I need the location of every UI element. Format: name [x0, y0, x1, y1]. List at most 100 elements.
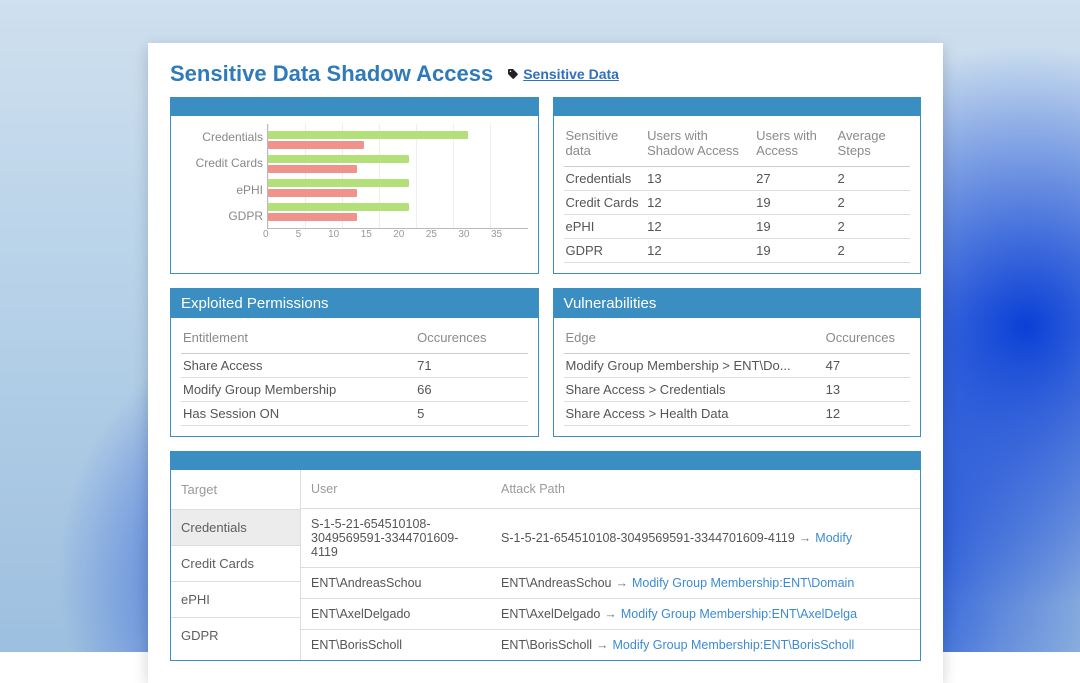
row-1: CredentialsCredit CardsePHIGDPR 05101520… [170, 97, 921, 274]
chart-tick: 5 [296, 229, 329, 240]
chart-bar [268, 131, 468, 139]
panel-header-strip [554, 98, 921, 116]
bar-chart: CredentialsCredit CardsePHIGDPR [181, 124, 528, 229]
panel-title: Exploited Permissions [171, 289, 538, 318]
attack-path-link[interactable]: Modify [815, 531, 852, 545]
table-row: S-1-5-21-654510108-3049569591-3344701609… [301, 509, 920, 568]
attack-path-link[interactable]: Modify Group Membership:ENT\Domain [632, 576, 854, 590]
tag-chip: Sensitive Data [507, 66, 619, 82]
sensitive-data-table: Sensitive dataUsers with Shadow AccessUs… [564, 124, 911, 263]
table-cell: Share Access [181, 354, 415, 378]
chart-tick: 0 [263, 229, 296, 240]
table-cell: 2 [836, 215, 910, 239]
table-cell: Share Access > Credentials [564, 378, 824, 402]
chart-tick: 15 [361, 229, 394, 240]
target-item[interactable]: ePHI [171, 581, 300, 617]
table-row: Share Access71 [181, 354, 528, 378]
table-row: Share Access > Credentials13 [564, 378, 911, 402]
column-header: User [301, 470, 491, 509]
table-cell: 19 [754, 215, 835, 239]
chart-row [268, 200, 528, 224]
chart-category-label: ePHI [181, 178, 263, 202]
table-cell: 13 [824, 378, 910, 402]
attack-path-link[interactable]: Modify Group Membership:ENT\BorisScholl [613, 638, 855, 652]
row-2: Exploited Permissions Entitlement Occuren… [170, 288, 921, 437]
user-cell: ENT\AndreasSchou [311, 576, 421, 590]
panel-header-strip [171, 452, 920, 470]
table-row: ePHI12192 [564, 215, 911, 239]
table-cell: 12 [824, 402, 910, 426]
table-cell: 13 [645, 167, 754, 191]
sensitive-table-panel: Sensitive dataUsers with Shadow AccessUs… [553, 97, 922, 274]
table-cell: ePHI [564, 215, 646, 239]
arrow-icon: → [592, 638, 613, 652]
attack-path-prefix: ENT\AxelDelgado [501, 607, 600, 621]
arrow-icon: → [611, 576, 632, 590]
attack-paths-table: UserAttack PathS-1-5-21-654510108-304956… [301, 470, 920, 660]
arrow-icon: → [600, 607, 621, 621]
user-cell: S-1-5-21-654510108-3049569591-3344701609… [311, 517, 458, 559]
column-header: Entitlement [181, 326, 415, 354]
attack-path-prefix: ENT\AndreasSchou [501, 576, 611, 590]
chart-tick: 30 [458, 229, 491, 240]
column-header: Average Steps [836, 124, 910, 167]
report-card: Sensitive Data Shadow Access Sensitive D… [148, 43, 943, 683]
chart-tick: 10 [328, 229, 361, 240]
vulnerabilities-table: EdgeOccurencesModify Group Membership > … [564, 326, 911, 426]
table-row: ENT\BorisSchollENT\BorisScholl→Modify Gr… [301, 630, 920, 661]
table-cell: Credentials [564, 167, 646, 191]
user-cell: ENT\BorisScholl [311, 638, 402, 652]
column-header: Sensitive data [564, 124, 646, 167]
table-cell: 12 [645, 215, 754, 239]
chart-bar [268, 213, 357, 221]
column-header: Users with Shadow Access [645, 124, 754, 167]
exploited-panel: Exploited Permissions EntitlementOccuren… [170, 288, 539, 437]
table-cell: GDPR [564, 239, 646, 263]
user-cell: ENT\AxelDelgado [311, 607, 410, 621]
chart-bar [268, 189, 357, 197]
arrow-icon: → [795, 531, 816, 545]
chart-row [268, 128, 528, 152]
chart-row [268, 152, 528, 176]
table-cell: 2 [836, 239, 910, 263]
attack-path-prefix: ENT\BorisScholl [501, 638, 592, 652]
chart-tick: 25 [426, 229, 459, 240]
table-cell: 19 [754, 239, 835, 263]
chart-bar [268, 155, 409, 163]
chart-tick: 35 [491, 229, 524, 240]
chart-bar [268, 165, 357, 173]
chart-category-label: Credentials [181, 125, 263, 149]
table-cell: Has Session ON [181, 402, 415, 426]
chart-bar [268, 141, 364, 149]
table-cell: 12 [645, 191, 754, 215]
tag-link[interactable]: Sensitive Data [523, 66, 619, 82]
column-header: Edge [564, 326, 824, 354]
chart-category-label: GDPR [181, 204, 263, 228]
attack-path-link[interactable]: Modify Group Membership:ENT\AxelDelga [621, 607, 857, 621]
page-title: Sensitive Data Shadow Access [170, 61, 493, 87]
table-row: ENT\AxelDelgadoENT\AxelDelgado→Modify Gr… [301, 599, 920, 630]
chart-row [268, 176, 528, 200]
table-cell: Modify Group Membership > ENT\Do... [564, 354, 824, 378]
table-row: Credit Cards12192 [564, 191, 911, 215]
target-list: TargetCredentialsCredit CardsePHIGDPR [171, 470, 301, 660]
column-header: Users with Access [754, 124, 835, 167]
target-item[interactable]: GDPR [171, 617, 300, 653]
chart-tick: 20 [393, 229, 426, 240]
target-item[interactable]: Credentials [171, 509, 300, 545]
attack-path-prefix: S-1-5-21-654510108-3049569591-3344701609… [501, 531, 795, 545]
chart-x-axis: 05101520253035 [267, 229, 528, 240]
table-row: Modify Group Membership66 [181, 378, 528, 402]
chart-bar [268, 203, 409, 211]
table-row: GDPR12192 [564, 239, 911, 263]
table-cell: 2 [836, 191, 910, 215]
column-header: Target [171, 470, 300, 509]
table-row: Share Access > Health Data12 [564, 402, 911, 426]
chart-panel: CredentialsCredit CardsePHIGDPR 05101520… [170, 97, 539, 274]
target-item[interactable]: Credit Cards [171, 545, 300, 581]
table-row: ENT\AndreasSchouENT\AndreasSchou→Modify … [301, 568, 920, 599]
table-cell: 12 [645, 239, 754, 263]
column-header: Occurences [824, 326, 910, 354]
attack-paths-panel: TargetCredentialsCredit CardsePHIGDPR Us… [170, 451, 921, 661]
tag-icon [507, 68, 519, 80]
